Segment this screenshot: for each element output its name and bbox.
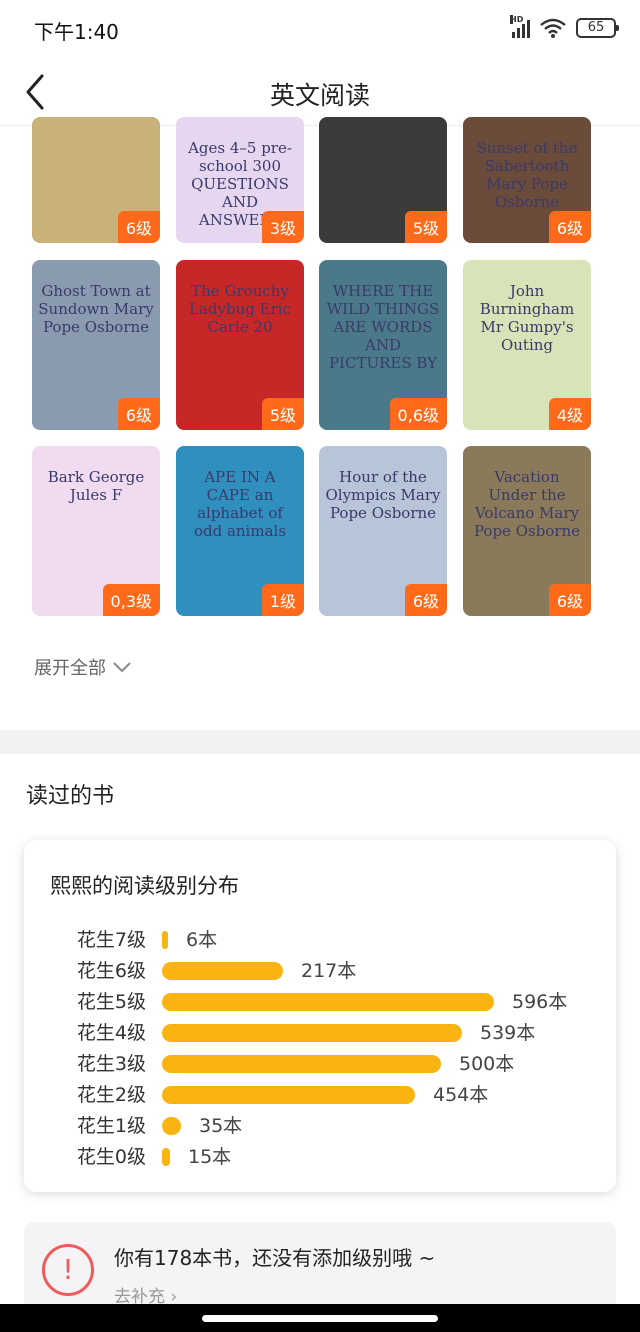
book-cover-card[interactable]: Sunset of the Sabertooth Mary Pope Osbor… xyxy=(463,117,591,243)
book-level-badge: 4级 xyxy=(548,398,591,430)
level-count: 596本 xyxy=(512,991,568,1013)
distribution-row: 花生7级 6本 xyxy=(24,926,616,957)
wifi-icon xyxy=(540,18,566,38)
level-bar xyxy=(162,962,283,980)
level-count: 500本 xyxy=(459,1053,515,1075)
book-cover-card[interactable]: John Burningham Mr Gumpy's Outing 4级 xyxy=(463,260,591,430)
expand-all-button[interactable]: 展开全部 xyxy=(34,654,132,680)
level-label: 花生2级 xyxy=(76,1084,146,1106)
status-bar: 下午1:40 HD 65 xyxy=(0,0,640,60)
book-cover-title: WHERE THE WILD THINGS ARE WORDS AND PICT… xyxy=(326,282,440,372)
alert-icon: ! xyxy=(42,1244,94,1296)
level-bar xyxy=(162,1148,170,1166)
book-cover-title: Sunset of the Sabertooth Mary Pope Osbor… xyxy=(476,139,578,211)
distribution-row: 花生0级 15本 xyxy=(24,1143,616,1174)
level-label: 花生7级 xyxy=(76,929,146,951)
network-type-label: HD xyxy=(510,15,524,24)
book-level-badge: 3级 xyxy=(261,211,304,243)
distribution-row: 花生2级 454本 xyxy=(24,1081,616,1112)
distribution-row: 花生5级 596本 xyxy=(24,988,616,1019)
level-label: 花生0级 xyxy=(76,1146,146,1168)
book-cover-card[interactable]: 6级 xyxy=(32,117,160,243)
level-count: 454本 xyxy=(433,1084,489,1106)
book-level-badge: 6级 xyxy=(117,398,160,430)
level-count: 6本 xyxy=(186,929,218,951)
distribution-row: 花生6级 217本 xyxy=(24,957,616,988)
distribution-row: 花生1级 35本 xyxy=(24,1112,616,1143)
level-label: 花生6级 xyxy=(76,960,146,982)
distribution-title: 熙熙的阅读级别分布 xyxy=(50,874,239,898)
book-cover-card[interactable]: Bark George Jules F 0,3级 xyxy=(32,446,160,616)
level-bar xyxy=(162,1055,441,1073)
book-cover-title: The Grouchy Ladybug Eric Carle 20 xyxy=(189,282,291,336)
level-count: 539本 xyxy=(480,1022,536,1044)
level-distribution-card: 熙熙的阅读级别分布 花生7级 6本花生6级 217本花生5级 596本花生4级 539本… xyxy=(24,840,616,1192)
section-divider xyxy=(0,730,640,754)
book-cover-card[interactable]: WHERE THE WILD THINGS ARE WORDS AND PICT… xyxy=(319,260,447,430)
book-cover-card[interactable]: The Grouchy Ladybug Eric Carle 20 5级 xyxy=(176,260,304,430)
page-title: 英文阅读 xyxy=(269,81,370,110)
book-cover-card[interactable]: Hour of the Olympics Mary Pope Osborne 6级 xyxy=(319,446,447,616)
level-bar xyxy=(162,1024,462,1042)
book-level-badge: 0,6级 xyxy=(389,398,447,430)
distribution-row: 花生3级 500本 xyxy=(24,1050,616,1081)
battery-icon: 65 xyxy=(576,18,619,38)
chevron-down-icon xyxy=(113,662,131,673)
home-indicator[interactable] xyxy=(202,1315,438,1322)
book-level-badge: 1级 xyxy=(261,584,304,616)
notice-text: 你有178本书，还没有添加级别哦 ~ xyxy=(114,1246,436,1270)
book-level-badge: 6级 xyxy=(404,584,447,616)
distribution-row: 花生4级 539本 xyxy=(24,1019,616,1050)
level-label: 花生3级 xyxy=(76,1053,146,1075)
book-level-badge: 5级 xyxy=(404,211,447,243)
level-label: 花生5级 xyxy=(76,991,146,1013)
level-bar xyxy=(162,931,168,949)
level-count: 35本 xyxy=(199,1115,243,1137)
expand-all-label: 展开全部 xyxy=(34,658,106,679)
book-level-badge: 0,3级 xyxy=(102,584,160,616)
status-time: 下午1:40 xyxy=(34,20,119,44)
level-label: 花生4级 xyxy=(76,1022,146,1044)
status-icons: HD 65 xyxy=(510,15,619,38)
book-cover-title: Hour of the Olympics Mary Pope Osborne xyxy=(325,468,441,522)
level-count: 217本 xyxy=(301,960,357,982)
book-cover-card[interactable]: Vacation Under the Volcano Mary Pope Osb… xyxy=(463,446,591,616)
book-cover-title: Ghost Town at Sundown Mary Pope Osborne xyxy=(38,282,154,336)
book-cover-title: Bark George Jules F xyxy=(47,468,145,504)
book-cover-title: John Burningham Mr Gumpy's Outing xyxy=(479,282,575,354)
book-cover-title: Vacation Under the Volcano Mary Pope Osb… xyxy=(473,468,581,540)
book-cover-card[interactable]: 5级 xyxy=(319,117,447,243)
level-bar xyxy=(162,1117,181,1135)
book-level-badge: 6级 xyxy=(117,211,160,243)
book-cover-card[interactable]: Ghost Town at Sundown Mary Pope Osborne 6… xyxy=(32,260,160,430)
book-cover-card[interactable]: Ages 4–5 pre-school 300 QUESTIONS AND AN… xyxy=(176,117,304,243)
book-level-badge: 6级 xyxy=(548,584,591,616)
home-bar xyxy=(0,1304,640,1332)
level-label: 花生1级 xyxy=(76,1115,146,1137)
book-cover-title: APE IN A CAPE an alphabet of odd animals xyxy=(193,468,287,540)
book-cover-card[interactable]: APE IN A CAPE an alphabet of odd animals… xyxy=(176,446,304,616)
read-books-title: 读过的书 xyxy=(26,784,115,809)
distribution-rows: 花生7级 6本 花生6级 217本 花生5级 596本 花生4级 539本 花生3级 500本 花生… xyxy=(24,926,616,1174)
signal-icon: HD xyxy=(510,15,530,38)
level-count: 15本 xyxy=(188,1146,232,1168)
book-level-badge: 5级 xyxy=(261,398,304,430)
book-level-badge: 6级 xyxy=(548,211,591,243)
level-bar xyxy=(162,993,494,1011)
level-bar xyxy=(162,1086,415,1104)
